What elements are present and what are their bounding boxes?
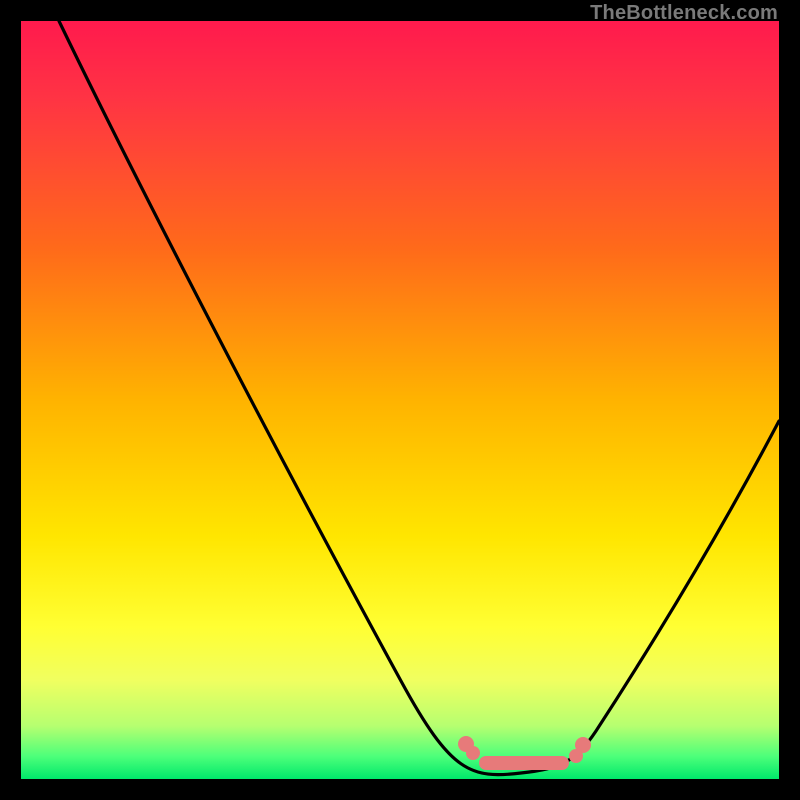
chart-gradient-background bbox=[21, 21, 779, 779]
watermark-text: TheBottleneck.com bbox=[590, 2, 778, 25]
chart-frame bbox=[21, 21, 779, 779]
